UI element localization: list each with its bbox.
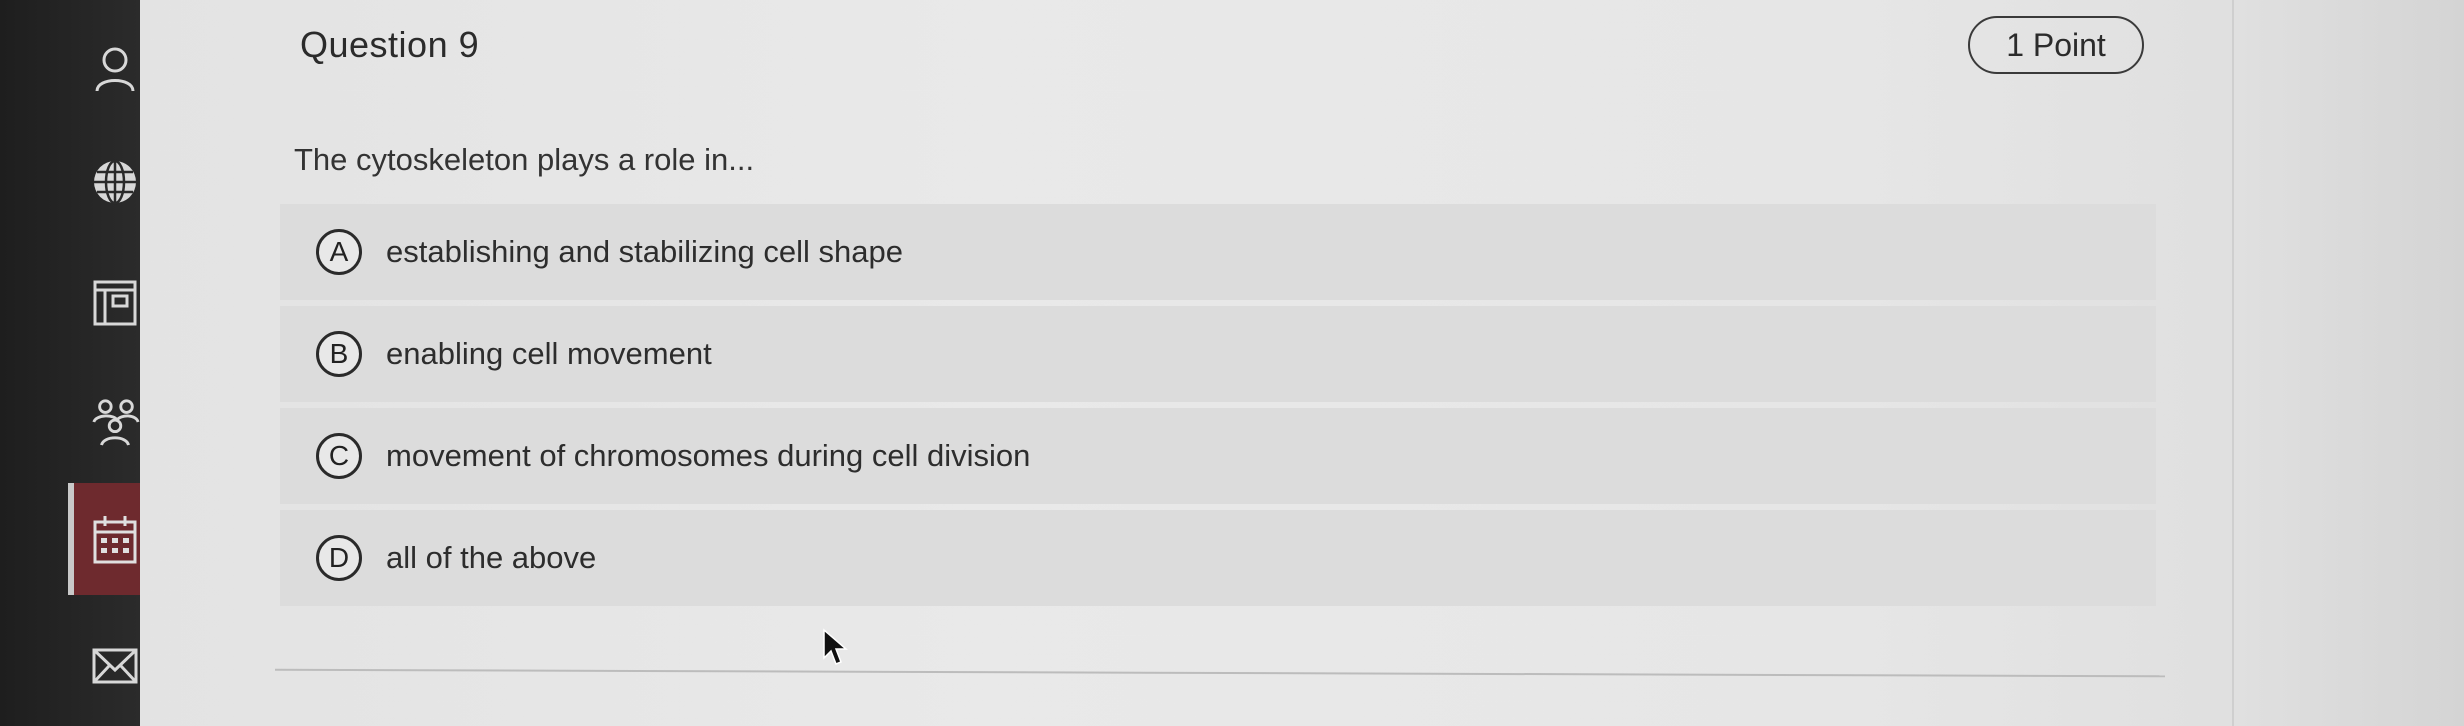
option-letter: A xyxy=(316,229,362,275)
option-text: all of the above xyxy=(386,540,597,575)
globe-icon[interactable] xyxy=(90,152,140,212)
section-divider xyxy=(275,668,2165,678)
right-edge-panel xyxy=(2232,0,2464,726)
groups-icon[interactable] xyxy=(90,392,140,452)
option-c[interactable]: C movement of chromosomes during cell di… xyxy=(280,408,2156,504)
points-badge: 1 Point xyxy=(1968,16,2144,74)
question-title: Question 9 xyxy=(300,24,480,65)
calendar-icon[interactable] xyxy=(90,510,140,570)
mouse-pointer-icon xyxy=(822,628,850,673)
option-text: establishing and stabilizing cell shape xyxy=(386,234,903,269)
option-letter: B xyxy=(316,331,362,377)
courses-icon[interactable] xyxy=(90,272,140,332)
messages-icon[interactable] xyxy=(90,636,140,696)
answer-options: A establishing and stabilizing cell shap… xyxy=(280,204,2156,612)
option-text: enabling cell movement xyxy=(386,336,712,371)
option-d[interactable]: D all of the above xyxy=(280,510,2156,606)
option-letter: D xyxy=(316,535,362,581)
left-nav-sidebar xyxy=(0,0,140,726)
option-b[interactable]: B enabling cell movement xyxy=(280,306,2156,402)
option-text: movement of chromosomes during cell divi… xyxy=(386,438,1031,473)
option-letter: C xyxy=(316,433,362,479)
profile-icon[interactable] xyxy=(90,40,140,100)
question-prompt: The cytoskeleton plays a role in... xyxy=(294,142,755,177)
option-a[interactable]: A establishing and stabilizing cell shap… xyxy=(280,204,2156,300)
